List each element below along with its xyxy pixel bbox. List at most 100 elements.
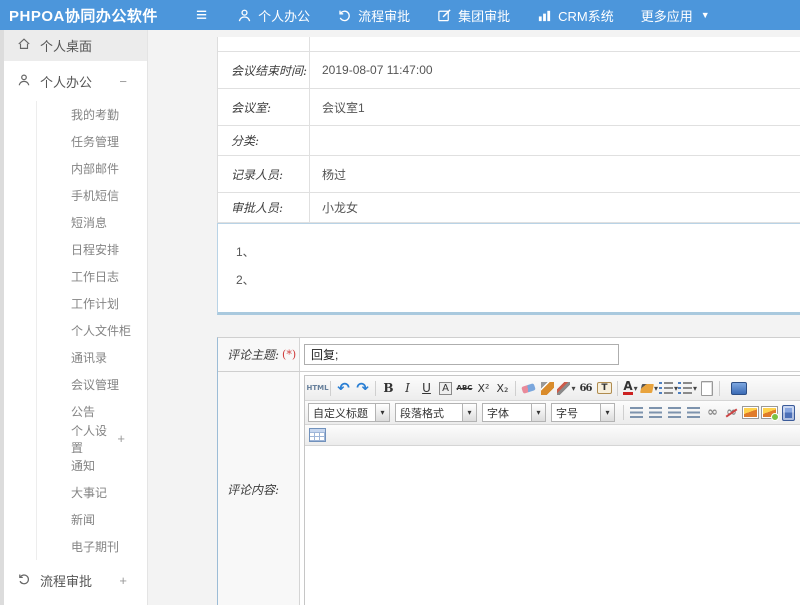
html-source-button[interactable] xyxy=(308,379,327,398)
sidebar-item-personal-office[interactable]: 个人办公 − xyxy=(4,61,147,101)
app-logo: PHPOA协同办公软件 xyxy=(0,5,196,26)
link-icon[interactable] xyxy=(703,403,722,422)
undo-icon[interactable] xyxy=(334,379,353,398)
sub-item-label: 个人文件柜 xyxy=(71,322,131,339)
fullscreen-icon[interactable] xyxy=(729,379,748,398)
image-icon[interactable] xyxy=(741,403,760,422)
expand-icon[interactable]: + xyxy=(117,431,125,446)
edit-icon xyxy=(437,8,452,23)
sidebar-item-work-plan[interactable]: 工作计划 xyxy=(37,290,147,317)
topnav-personal-office[interactable]: 个人办公 xyxy=(237,6,310,25)
comment-content-editor[interactable] xyxy=(305,446,800,605)
user-icon xyxy=(237,8,252,23)
bold-button[interactable] xyxy=(379,379,398,398)
bar-chart-icon xyxy=(537,8,552,23)
sidebar-item-workflow-approval[interactable]: 流程审批 + xyxy=(4,560,147,600)
row-value: 2019-08-07 11:47:00 xyxy=(310,52,800,88)
comment-subject-input[interactable] xyxy=(304,344,619,365)
highlight-icon[interactable] xyxy=(640,379,659,398)
font-size-select[interactable]: 字号▾ xyxy=(551,403,615,422)
table-row: 分类: xyxy=(218,126,800,156)
menu-toggle-icon[interactable]: ≡ xyxy=(196,6,207,25)
underline-button[interactable] xyxy=(417,379,436,398)
superscript-button[interactable] xyxy=(474,379,493,398)
italic-button[interactable] xyxy=(398,379,417,398)
label-text: 评论主题: xyxy=(227,346,279,363)
meeting-content-box: 1、 2、 xyxy=(217,223,800,315)
comment-subject-row: 评论主题: (*) xyxy=(218,338,800,372)
comment-content-label: 评论内容: xyxy=(218,372,300,605)
sidebar-item-personal-settings[interactable]: 个人设置+ xyxy=(37,425,147,452)
sidebar-item-schedule[interactable]: 日程安排 xyxy=(37,236,147,263)
comment-form: 评论主题: (*) 评论内容: xyxy=(217,337,800,605)
user-icon xyxy=(17,73,31,90)
table-row: 会议结束时间: 2019-08-07 11:47:00 xyxy=(218,52,800,89)
auto-format-icon[interactable] xyxy=(557,379,576,398)
row-label: 会议室: xyxy=(218,89,310,125)
toolbar-separator xyxy=(515,381,516,396)
sidebar-item-personal-desktop[interactable]: 个人桌面 xyxy=(4,30,147,61)
topnav-more-apps[interactable]: 更多应用 ▼ xyxy=(641,6,710,25)
format-brush-icon[interactable] xyxy=(538,379,557,398)
topnav-label: 更多应用 xyxy=(641,6,693,25)
history-icon xyxy=(17,572,31,589)
ordered-list-icon[interactable] xyxy=(659,379,678,398)
unordered-list-icon[interactable] xyxy=(678,379,697,398)
font-color-button[interactable] xyxy=(621,379,640,398)
paste-icon[interactable] xyxy=(595,379,614,398)
sidebar-item-sms[interactable]: 手机短信 xyxy=(37,182,147,209)
sidebar: 个人桌面 个人办公 − 我的考勤 任务管理 内部邮件 手机短信 短消息 日程安排… xyxy=(4,30,148,605)
font-style-button[interactable] xyxy=(436,379,455,398)
subscript-button[interactable] xyxy=(493,379,512,398)
align-justify-icon[interactable] xyxy=(684,403,703,422)
select-value: 自定义标题 xyxy=(309,405,375,421)
align-center-icon[interactable] xyxy=(646,403,665,422)
sidebar-item-work-log[interactable]: 工作日志 xyxy=(37,263,147,290)
sidebar-item-tasks[interactable]: 任务管理 xyxy=(37,128,147,155)
font-family-select[interactable]: 字体▾ xyxy=(482,403,546,422)
sidebar-item-attendance[interactable]: 我的考勤 xyxy=(37,101,147,128)
row-label: 会议结束时间: xyxy=(218,52,310,88)
sidebar-item-short-message[interactable]: 短消息 xyxy=(37,209,147,236)
new-page-icon[interactable] xyxy=(697,379,716,398)
sidebar-item-events[interactable]: 大事记 xyxy=(37,479,147,506)
row-value: 杨过 xyxy=(310,156,800,192)
sub-item-label: 新闻 xyxy=(71,511,95,528)
media-icon[interactable] xyxy=(779,403,798,422)
strikethrough-button[interactable] xyxy=(455,379,474,398)
collapse-icon[interactable]: − xyxy=(119,74,127,89)
meeting-detail-table: 会议结束时间: 2019-08-07 11:47:00 会议室: 会议室1 分类… xyxy=(217,37,800,223)
sidebar-item-notice[interactable]: 通知 xyxy=(37,452,147,479)
sidebar-item-e-journal[interactable]: 电子期刊 xyxy=(37,533,147,560)
paragraph-format-select[interactable]: 段落格式▾ xyxy=(395,403,477,422)
heading-select[interactable]: 自定义标题▾ xyxy=(308,403,390,422)
redo-icon[interactable] xyxy=(353,379,372,398)
sidebar-item-news[interactable]: 新闻 xyxy=(37,506,147,533)
sidebar-item-file-cabinet[interactable]: 个人文件柜 xyxy=(37,317,147,344)
sidebar-item-label: 个人桌面 xyxy=(40,36,92,55)
comment-subject-cell xyxy=(300,338,800,371)
align-left-icon[interactable] xyxy=(627,403,646,422)
blockquote-button[interactable] xyxy=(576,379,595,398)
topnav-workflow-approval[interactable]: 流程审批 xyxy=(337,6,410,25)
memo-line: 1、 xyxy=(236,238,800,266)
sub-item-label: 我的考勤 xyxy=(71,106,119,123)
sidebar-submenu: 我的考勤 任务管理 内部邮件 手机短信 短消息 日程安排 工作日志 工作计划 个… xyxy=(36,101,147,560)
topnav-crm[interactable]: CRM系统 xyxy=(537,6,614,25)
topbar: PHPOA协同办公软件 ≡ 个人办公 流程审批 集团审批 CRM系统 更多应用 … xyxy=(0,0,800,30)
eraser-icon[interactable] xyxy=(519,379,538,398)
sidebar-item-contacts[interactable]: 通讯录 xyxy=(37,344,147,371)
unlink-icon[interactable] xyxy=(722,403,741,422)
topnav-label: 个人办公 xyxy=(258,6,310,25)
expand-icon[interactable]: + xyxy=(119,573,127,588)
sidebar-item-meeting-management[interactable]: 会议管理 xyxy=(37,371,147,398)
sub-item-label: 日程安排 xyxy=(71,241,119,258)
topnav-group-approval[interactable]: 集团审批 xyxy=(437,6,510,25)
sidebar-item-internal-mail[interactable]: 内部邮件 xyxy=(37,155,147,182)
table-row xyxy=(218,37,800,52)
align-right-icon[interactable] xyxy=(665,403,684,422)
history-icon xyxy=(337,8,352,23)
image-upload-icon[interactable] xyxy=(760,403,779,422)
sub-item-label: 短消息 xyxy=(71,214,107,231)
insert-table-icon[interactable] xyxy=(308,426,327,445)
